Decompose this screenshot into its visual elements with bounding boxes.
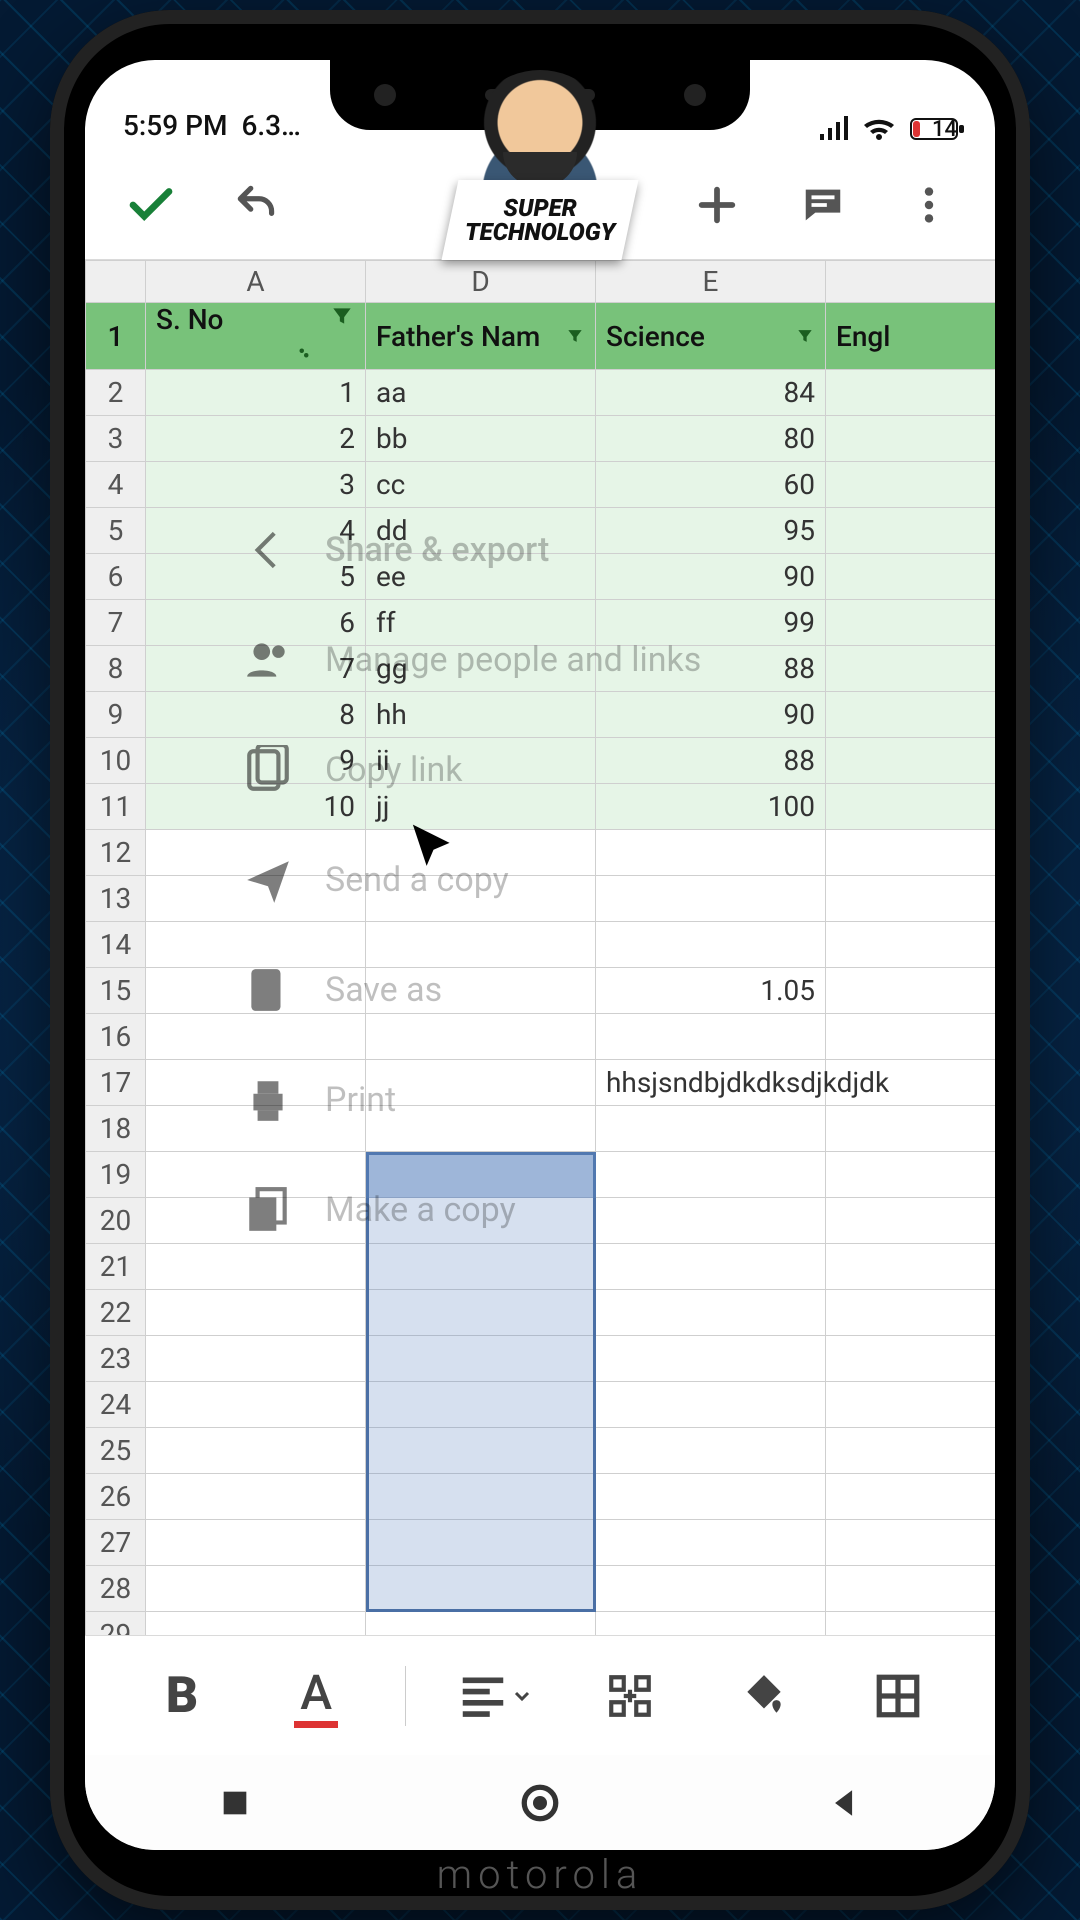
empty-row[interactable]: 17hhsjsndbjdkdksdjkdjdk (86, 1060, 996, 1106)
more-button[interactable] (893, 169, 965, 241)
selection-d19-d28[interactable] (366, 1152, 596, 1612)
filter-icon[interactable] (565, 320, 585, 353)
phone-brand-label: motorola (50, 1851, 1030, 1898)
filter-icon[interactable] (329, 303, 355, 369)
data-row[interactable]: 109ii88 (86, 738, 996, 784)
data-row[interactable]: 87gg88 (86, 646, 996, 692)
wifi-icon (862, 116, 896, 142)
borders-button[interactable] (853, 1651, 943, 1741)
back-button[interactable] (828, 1786, 862, 1820)
merge-icon (605, 1671, 655, 1721)
more-vert-icon (906, 182, 952, 228)
header-sno: S. No (146, 303, 366, 370)
empty-row[interactable]: 29 (86, 1612, 996, 1636)
header-english: Engl (826, 303, 996, 370)
spreadsheet-area[interactable]: A D E 1 S. No Father's Nam Science (85, 260, 995, 1635)
column-letters-row[interactable]: A D E (86, 261, 996, 303)
plus-icon (694, 182, 740, 228)
col-header-E[interactable]: E (596, 261, 826, 303)
filter-icon[interactable] (795, 320, 815, 353)
chevron-down-icon (510, 1684, 534, 1708)
header-science: Science (596, 303, 826, 370)
header-row[interactable]: 1 S. No Father's Nam Science Engl (86, 303, 996, 370)
col-header-F[interactable] (826, 261, 996, 303)
data-row[interactable]: 98hh90 (86, 692, 996, 738)
add-button[interactable] (681, 169, 753, 241)
data-row[interactable]: 43cc60 (86, 462, 996, 508)
status-time: 5:59 PM (123, 109, 227, 142)
selection-active-cell[interactable] (366, 1152, 596, 1198)
align-button[interactable] (450, 1651, 540, 1741)
merge-button[interactable] (585, 1651, 675, 1741)
signal-icon (818, 116, 848, 142)
phone-frame: SUPER TECHNOLOGY 5:59 PM 6.3… 14 (50, 10, 1030, 1910)
recent-apps-button[interactable] (218, 1786, 252, 1820)
android-navbar (85, 1755, 995, 1850)
data-row[interactable]: 65ee90 (86, 554, 996, 600)
phone-screen: SUPER TECHNOLOGY 5:59 PM 6.3… 14 (85, 60, 995, 1850)
fill-icon (739, 1671, 789, 1721)
header-father: Father's Nam (366, 303, 596, 370)
data-row[interactable]: 76ff99 (86, 600, 996, 646)
align-left-icon (456, 1669, 510, 1723)
col-header-D[interactable]: D (366, 261, 596, 303)
empty-row[interactable]: 13 (86, 876, 996, 922)
format-toolbar: B A (85, 1635, 995, 1755)
data-row[interactable]: 32bb80 (86, 416, 996, 462)
check-icon (124, 178, 178, 232)
data-row[interactable]: 54dd95 (86, 508, 996, 554)
battery-percent: 14 (932, 117, 957, 142)
avatar-line2: TECHNOLOGY (465, 218, 615, 246)
fillcolor-button[interactable] (719, 1651, 809, 1741)
bold-button[interactable]: B (137, 1651, 227, 1741)
textcolor-button[interactable]: A (271, 1651, 361, 1741)
rownum-1[interactable]: 1 (86, 303, 146, 370)
home-button[interactable] (519, 1782, 561, 1824)
status-extra: 6.3… (241, 109, 300, 142)
empty-row[interactable]: 151.05 (86, 968, 996, 1014)
empty-row[interactable]: 18 (86, 1106, 996, 1152)
empty-row[interactable]: 14 (86, 922, 996, 968)
data-row[interactable]: 21aa84 (86, 370, 996, 416)
done-button[interactable] (115, 169, 187, 241)
col-header-A[interactable]: A (146, 261, 366, 303)
borders-icon (873, 1671, 923, 1721)
empty-row[interactable]: 12 (86, 830, 996, 876)
creator-avatar: SUPER TECHNOLOGY (410, 70, 670, 260)
comments-button[interactable] (787, 169, 859, 241)
undo-button[interactable] (221, 169, 293, 241)
data-row[interactable]: 1110jj100 (86, 784, 996, 830)
empty-row[interactable]: 16 (86, 1014, 996, 1060)
comment-icon (800, 182, 846, 228)
mouse-cursor-icon (406, 820, 461, 875)
undo-icon (232, 180, 282, 230)
